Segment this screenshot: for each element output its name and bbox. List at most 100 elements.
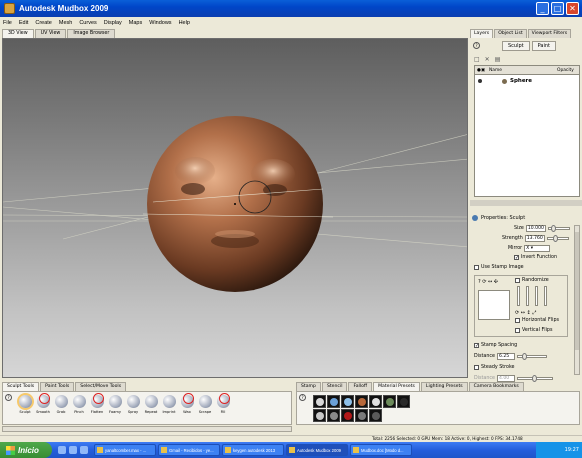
- material-swatch[interactable]: [397, 395, 410, 408]
- start-button[interactable]: Início: [0, 442, 52, 458]
- tool-fill[interactable]: Fill: [214, 393, 232, 424]
- size-slider[interactable]: [547, 225, 570, 232]
- help-icon[interactable]: ?: [473, 42, 480, 49]
- menu-windows[interactable]: Windows: [149, 20, 171, 26]
- tool-smooth[interactable]: Smooth: [34, 393, 52, 424]
- quick-launch-icon[interactable]: [69, 446, 77, 454]
- menu-help[interactable]: Help: [179, 20, 190, 26]
- stamp-transform-icons[interactable]: ⟳ ↔ ↕ ⤢: [515, 310, 536, 316]
- steady-stroke-checkbox[interactable]: [474, 365, 479, 370]
- layer-row[interactable]: Sphere: [475, 75, 579, 87]
- tab-object-list[interactable]: Object List: [494, 29, 527, 38]
- material-swatch[interactable]: [313, 395, 326, 408]
- taskbar-item-active[interactable]: Autodesk Mudbox 2009: [286, 444, 348, 456]
- tab-camera-bookmarks[interactable]: Camera Bookmarks: [468, 382, 524, 391]
- tab-paint-tools[interactable]: Paint Tools: [40, 382, 75, 391]
- tool-flatten[interactable]: Flatten: [88, 393, 106, 424]
- grab-icon: [54, 395, 68, 408]
- minimize-button[interactable]: _: [536, 2, 549, 15]
- tab-layers[interactable]: Layers: [470, 29, 494, 38]
- layers-table: ●▣ Name Opacity Sphere: [474, 65, 580, 197]
- material-swatch[interactable]: [355, 395, 368, 408]
- material-swatch[interactable]: [327, 395, 340, 408]
- close-button[interactable]: ✕: [566, 2, 579, 15]
- material-swatch[interactable]: [369, 395, 382, 408]
- tool-sculpt[interactable]: Sculpt: [16, 395, 34, 424]
- tab-sculpt-tools[interactable]: Sculpt Tools: [2, 382, 40, 391]
- menu-maps[interactable]: Maps: [129, 20, 142, 26]
- size-field[interactable]: 10.000: [525, 225, 546, 232]
- tab-stamp[interactable]: Stamp: [296, 382, 321, 391]
- tool-wax[interactable]: Wax: [178, 393, 196, 424]
- steady-distance-field[interactable]: 4.00: [496, 375, 515, 382]
- randomize-checkbox[interactable]: [515, 278, 520, 283]
- material-swatch[interactable]: [327, 409, 340, 422]
- material-swatch[interactable]: [313, 409, 326, 422]
- taskbar-item[interactable]: Mudbox.doc [Modo d...: [350, 444, 412, 456]
- new-layer-icon[interactable]: □: [474, 56, 480, 63]
- use-stamp-image-checkbox[interactable]: [474, 265, 479, 270]
- menu-file[interactable]: File: [3, 20, 12, 26]
- tool-shelf-scrollbar[interactable]: [2, 426, 292, 432]
- strength-slider[interactable]: [546, 235, 569, 242]
- taskbar-item[interactable]: Gmail - Recibidos - ye...: [158, 444, 220, 456]
- menu-mesh[interactable]: Mesh: [59, 20, 72, 26]
- menu-display[interactable]: Display: [104, 20, 122, 26]
- material-help-icon[interactable]: ?: [299, 394, 306, 401]
- folder-icon: [225, 447, 231, 453]
- distance-field[interactable]: 6.25: [496, 353, 515, 360]
- strength-field[interactable]: 13.760: [524, 235, 545, 242]
- mirror-label: Mirror: [508, 246, 523, 251]
- tool-pinch[interactable]: Pinch: [70, 395, 88, 424]
- right-panel-tabs: Layers Object List Viewport Filters: [470, 29, 582, 38]
- tool-repeat[interactable]: Repeat: [142, 395, 160, 424]
- randomize-sliders[interactable]: [517, 286, 563, 308]
- tab-lighting-presets[interactable]: Lighting Presets: [420, 382, 468, 391]
- tab-image-browser[interactable]: Image Browser: [67, 29, 116, 38]
- delete-layer-icon[interactable]: ✕: [485, 56, 490, 63]
- distance-slider[interactable]: [516, 353, 547, 360]
- mirror-dropdown[interactable]: X ▾: [524, 245, 551, 252]
- quick-launch-icon[interactable]: [58, 446, 66, 454]
- tab-falloff[interactable]: Falloff: [348, 382, 373, 391]
- tray-help-icon[interactable]: ?: [5, 394, 12, 401]
- material-swatch[interactable]: [341, 409, 354, 422]
- stamp-tools-icons[interactable]: ? ⟳ ↔ ✣: [478, 279, 498, 285]
- menu-edit[interactable]: Edit: [19, 20, 28, 26]
- material-swatch[interactable]: [383, 395, 396, 408]
- tool-foamy[interactable]: Foamy: [106, 395, 124, 424]
- tool-spray[interactable]: Spray: [124, 395, 142, 424]
- steady-distance-slider[interactable]: [516, 375, 553, 382]
- tool-imprint[interactable]: Imprint: [160, 395, 178, 424]
- stamp-image-preview[interactable]: [478, 290, 510, 320]
- sculpt-mode-button[interactable]: Sculpt: [502, 41, 530, 51]
- paint-mode-button[interactable]: Paint: [531, 41, 556, 51]
- tab-viewport-filters[interactable]: Viewport Filters: [527, 29, 572, 38]
- horizontal-flips-checkbox[interactable]: [515, 318, 520, 323]
- title-bar: Autodesk Mudbox 2009 _ □ ✕: [0, 0, 582, 17]
- quick-launch-icon[interactable]: [80, 446, 88, 454]
- invert-function-checkbox[interactable]: ✓: [514, 255, 519, 261]
- tool-scrape[interactable]: Scrape: [196, 395, 214, 424]
- taskbar-item[interactable]: keygen autodesk 2013: [222, 444, 284, 456]
- 3d-viewport[interactable]: [2, 38, 468, 378]
- maximize-button[interactable]: □: [551, 2, 564, 15]
- tab-select-move-tools[interactable]: Select/Move Tools: [75, 382, 127, 391]
- tab-stencil[interactable]: Stencil: [321, 382, 348, 391]
- tab-material-presets[interactable]: Material Presets: [373, 382, 420, 391]
- vertical-flips-checkbox[interactable]: [515, 328, 520, 333]
- properties-scrollbar[interactable]: [574, 225, 580, 375]
- taskbar-item[interactable]: yanaltcomber.max - ...: [94, 444, 156, 456]
- material-swatch[interactable]: [341, 395, 354, 408]
- menu-create[interactable]: Create: [35, 20, 52, 26]
- material-swatch[interactable]: [355, 409, 368, 422]
- menu-curves[interactable]: Curves: [79, 20, 96, 26]
- stamp-spacing-checkbox[interactable]: ✓: [474, 343, 479, 349]
- merge-layer-icon[interactable]: ▤: [495, 56, 501, 63]
- tab-3d-view[interactable]: 3D View: [2, 29, 34, 38]
- visibility-eye-icon[interactable]: [478, 79, 482, 83]
- material-swatch[interactable]: [369, 409, 382, 422]
- panel-splitter[interactable]: [470, 200, 582, 206]
- tool-grab[interactable]: Grab: [52, 395, 70, 424]
- tab-uv-view[interactable]: UV View: [34, 29, 67, 38]
